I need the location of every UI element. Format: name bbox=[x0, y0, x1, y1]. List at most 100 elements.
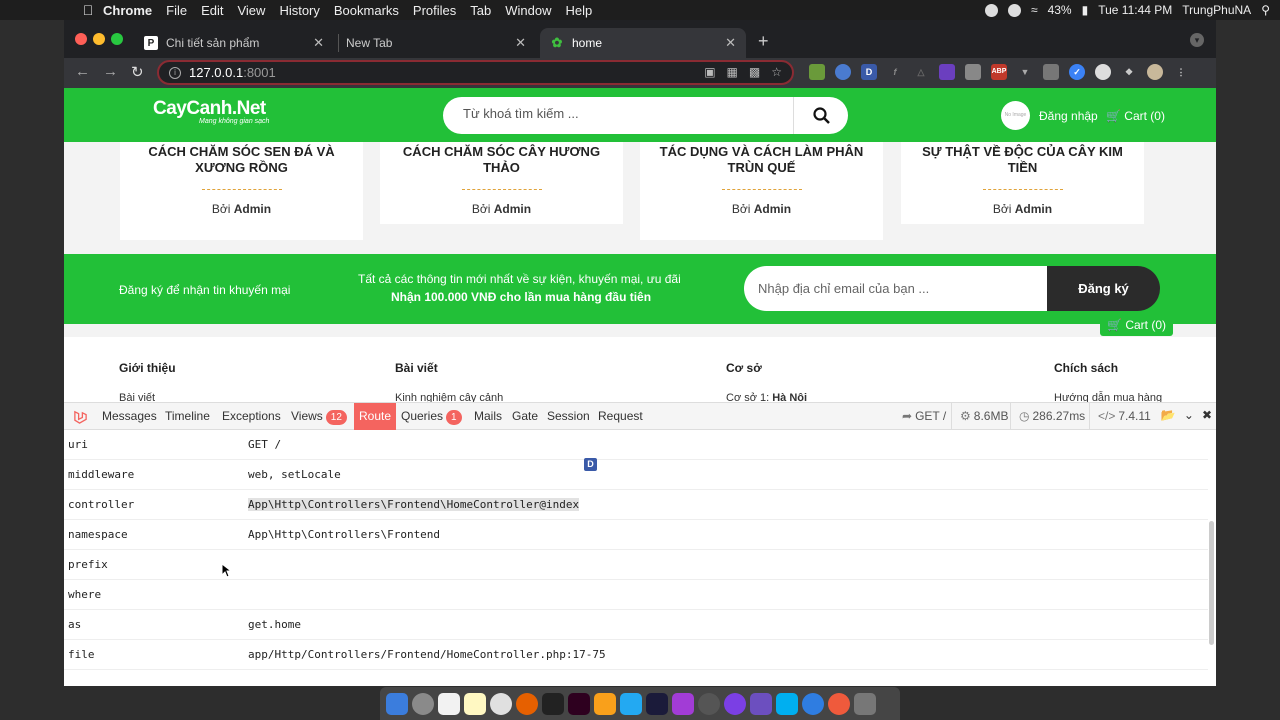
post-card[interactable]: CÁCH CHĂM SÓC SEN ĐÁ VÀ XƯƠNG RỒNG Bởi A… bbox=[120, 142, 363, 240]
site-info-icon[interactable]: i bbox=[169, 66, 181, 79]
record-icon[interactable] bbox=[984, 3, 998, 17]
battery-icon[interactable]: ▮ bbox=[1082, 3, 1089, 17]
debugbar-memory[interactable]: ⚙ 8.6MB bbox=[951, 403, 1008, 430]
menu-app-name[interactable]: Chrome bbox=[103, 3, 152, 18]
chrome-menu-icon[interactable]: ⋮ bbox=[1173, 64, 1189, 80]
cart-link[interactable]: 🛒 Cart (0) bbox=[1106, 109, 1165, 123]
post-card[interactable]: TÁC DỤNG VÀ CÁCH LÀM PHÂN TRÙN QUẾ Bởi A… bbox=[640, 142, 883, 240]
extension-d-icon[interactable]: D bbox=[861, 64, 877, 80]
extension-icon[interactable] bbox=[1043, 64, 1059, 80]
menubar-user[interactable]: TrungPhuNA bbox=[1182, 3, 1251, 17]
debugbar-scrollbar[interactable] bbox=[1209, 521, 1214, 645]
reload-icon[interactable]: ↻ bbox=[131, 63, 144, 81]
webstorm-icon[interactable] bbox=[646, 692, 668, 715]
post-title[interactable]: SỰ THẬT VỀ ĐỘC CỦA CÂY KIM TIỀN bbox=[901, 142, 1144, 176]
vscode-icon[interactable] bbox=[620, 692, 642, 715]
battery-percent[interactable]: 43% bbox=[1048, 3, 1072, 17]
tab-search-icon[interactable]: ▾ bbox=[1190, 33, 1204, 47]
extension-d-badge[interactable]: D bbox=[584, 458, 597, 471]
sublime-icon[interactable] bbox=[594, 692, 616, 715]
screenshot-icon[interactable] bbox=[965, 64, 981, 80]
user-avatar[interactable]: No Image bbox=[1001, 101, 1030, 130]
search-input[interactable] bbox=[463, 106, 763, 121]
extension-icon[interactable] bbox=[1095, 64, 1111, 80]
cast-icon[interactable]: ▣ bbox=[704, 65, 715, 79]
puzzle-icon[interactable]: ❖ bbox=[1121, 64, 1137, 80]
menu-window[interactable]: Window bbox=[505, 3, 551, 18]
menu-tab[interactable]: Tab bbox=[470, 3, 491, 18]
debugbar-time[interactable]: ◷ 286.27ms bbox=[1010, 403, 1085, 430]
tab-product-detail[interactable]: P Chi tiết sản phẩm ✕ bbox=[134, 28, 334, 58]
close-window-button[interactable] bbox=[75, 33, 87, 45]
newsletter-email-input[interactable] bbox=[744, 266, 1048, 311]
menu-bookmarks[interactable]: Bookmarks bbox=[334, 3, 399, 18]
address-bar[interactable]: i 127.0.0.1:8001 ▣ ▦ ▩ ☆ bbox=[157, 60, 794, 85]
zoom-window-button[interactable] bbox=[111, 33, 123, 45]
post-card[interactable]: SỰ THẬT VỀ ĐỘC CỦA CÂY KIM TIỀN Bởi Admi… bbox=[901, 142, 1144, 224]
back-icon[interactable]: ← bbox=[75, 63, 90, 80]
launchpad-icon[interactable] bbox=[412, 692, 434, 715]
menu-profiles[interactable]: Profiles bbox=[413, 3, 456, 18]
finder-icon[interactable] bbox=[386, 692, 408, 715]
app-icon[interactable] bbox=[698, 692, 720, 715]
menu-edit[interactable]: Edit bbox=[201, 3, 223, 18]
post-title[interactable]: CÁCH CHĂM SÓC CÂY HƯƠNG THẢO bbox=[380, 142, 623, 176]
debugbar-tab-session[interactable]: Session bbox=[542, 403, 595, 430]
debugbar-tab-messages[interactable]: Messages bbox=[97, 403, 162, 430]
tab-home[interactable]: ✿ home ✕ bbox=[540, 28, 746, 58]
debugbar-route-method[interactable]: ➦ GET / bbox=[894, 403, 946, 430]
floating-cart-button[interactable]: 🛒 Cart (0) bbox=[1100, 314, 1173, 336]
extension-icon[interactable]: ▼ bbox=[1017, 64, 1033, 80]
phpstorm-icon[interactable] bbox=[672, 692, 694, 715]
bookmark-star-icon[interactable]: ☆ bbox=[771, 65, 782, 79]
debugbar-tab-timeline[interactable]: Timeline bbox=[160, 403, 215, 430]
adblock-icon[interactable]: ABP bbox=[991, 64, 1007, 80]
visual-studio-icon[interactable] bbox=[750, 692, 772, 715]
site-logo[interactable]: CayCanh.Net Mang không gian sạch bbox=[153, 98, 269, 125]
extension-icon[interactable] bbox=[939, 64, 955, 80]
skype-icon[interactable] bbox=[776, 692, 798, 715]
close-tab-icon[interactable]: ✕ bbox=[313, 35, 324, 51]
post-title[interactable]: CÁCH CHĂM SÓC SEN ĐÁ VÀ XƯƠNG RỒNG bbox=[120, 142, 363, 176]
close-debugbar-icon[interactable]: ✖ bbox=[1202, 408, 1212, 422]
debugbar-tab-route[interactable]: Route bbox=[354, 403, 397, 430]
app-icon[interactable] bbox=[802, 692, 824, 715]
menu-view[interactable]: View bbox=[237, 3, 265, 18]
tab-new-tab[interactable]: New Tab ✕ bbox=[336, 28, 536, 58]
open-folder-icon[interactable]: 📂 bbox=[1161, 408, 1176, 422]
app-icon[interactable] bbox=[828, 692, 850, 715]
qr-code-icon[interactable]: ▦ bbox=[727, 65, 738, 79]
status-icon[interactable] bbox=[1007, 3, 1021, 17]
extension-check-icon[interactable]: ✓ bbox=[1069, 64, 1085, 80]
debugbar-tab-request[interactable]: Request bbox=[593, 403, 648, 430]
newsletter-submit-button[interactable]: Đăng ký bbox=[1047, 266, 1160, 311]
adobe-xd-icon[interactable] bbox=[568, 692, 590, 715]
wifi-icon[interactable]: ≈ bbox=[1031, 3, 1038, 17]
minimize-chevron-icon[interactable]: ⌄ bbox=[1184, 408, 1194, 422]
chrome-icon[interactable] bbox=[490, 692, 512, 715]
debugbar-tab-queries[interactable]: Queries 1 bbox=[396, 403, 467, 430]
extension-icon[interactable] bbox=[835, 64, 851, 80]
debugbar-tab-exceptions[interactable]: Exceptions bbox=[217, 403, 286, 430]
new-tab-button[interactable]: + bbox=[758, 31, 769, 52]
menu-help[interactable]: Help bbox=[566, 3, 593, 18]
extension-f-icon[interactable]: f bbox=[887, 64, 903, 80]
close-tab-icon[interactable]: ✕ bbox=[515, 35, 526, 51]
terminal-icon[interactable] bbox=[542, 692, 564, 715]
messenger-icon[interactable] bbox=[724, 692, 746, 715]
post-card[interactable]: CÁCH CHĂM SÓC CÂY HƯƠNG THẢO Bởi Admin bbox=[380, 142, 623, 224]
debugbar-php-version[interactable]: </> 7.4.11 bbox=[1089, 403, 1151, 430]
translate-icon[interactable]: ▩ bbox=[749, 65, 760, 79]
apple-icon[interactable]:  bbox=[73, 2, 103, 18]
post-title[interactable]: TÁC DỤNG VÀ CÁCH LÀM PHÂN TRÙN QUẾ bbox=[640, 142, 883, 176]
minimize-window-button[interactable] bbox=[93, 33, 105, 45]
menu-file[interactable]: File bbox=[166, 3, 187, 18]
laravel-logo-icon[interactable] bbox=[73, 409, 88, 424]
debugbar-tab-views[interactable]: Views 12 bbox=[286, 403, 352, 430]
menu-history[interactable]: History bbox=[279, 3, 319, 18]
menubar-clock[interactable]: Tue 11:44 PM bbox=[1098, 3, 1172, 17]
debugbar-tab-gate[interactable]: Gate bbox=[507, 403, 543, 430]
extension-icon[interactable] bbox=[809, 64, 825, 80]
profile-avatar[interactable] bbox=[1147, 64, 1163, 80]
close-tab-icon[interactable]: ✕ bbox=[725, 35, 736, 51]
